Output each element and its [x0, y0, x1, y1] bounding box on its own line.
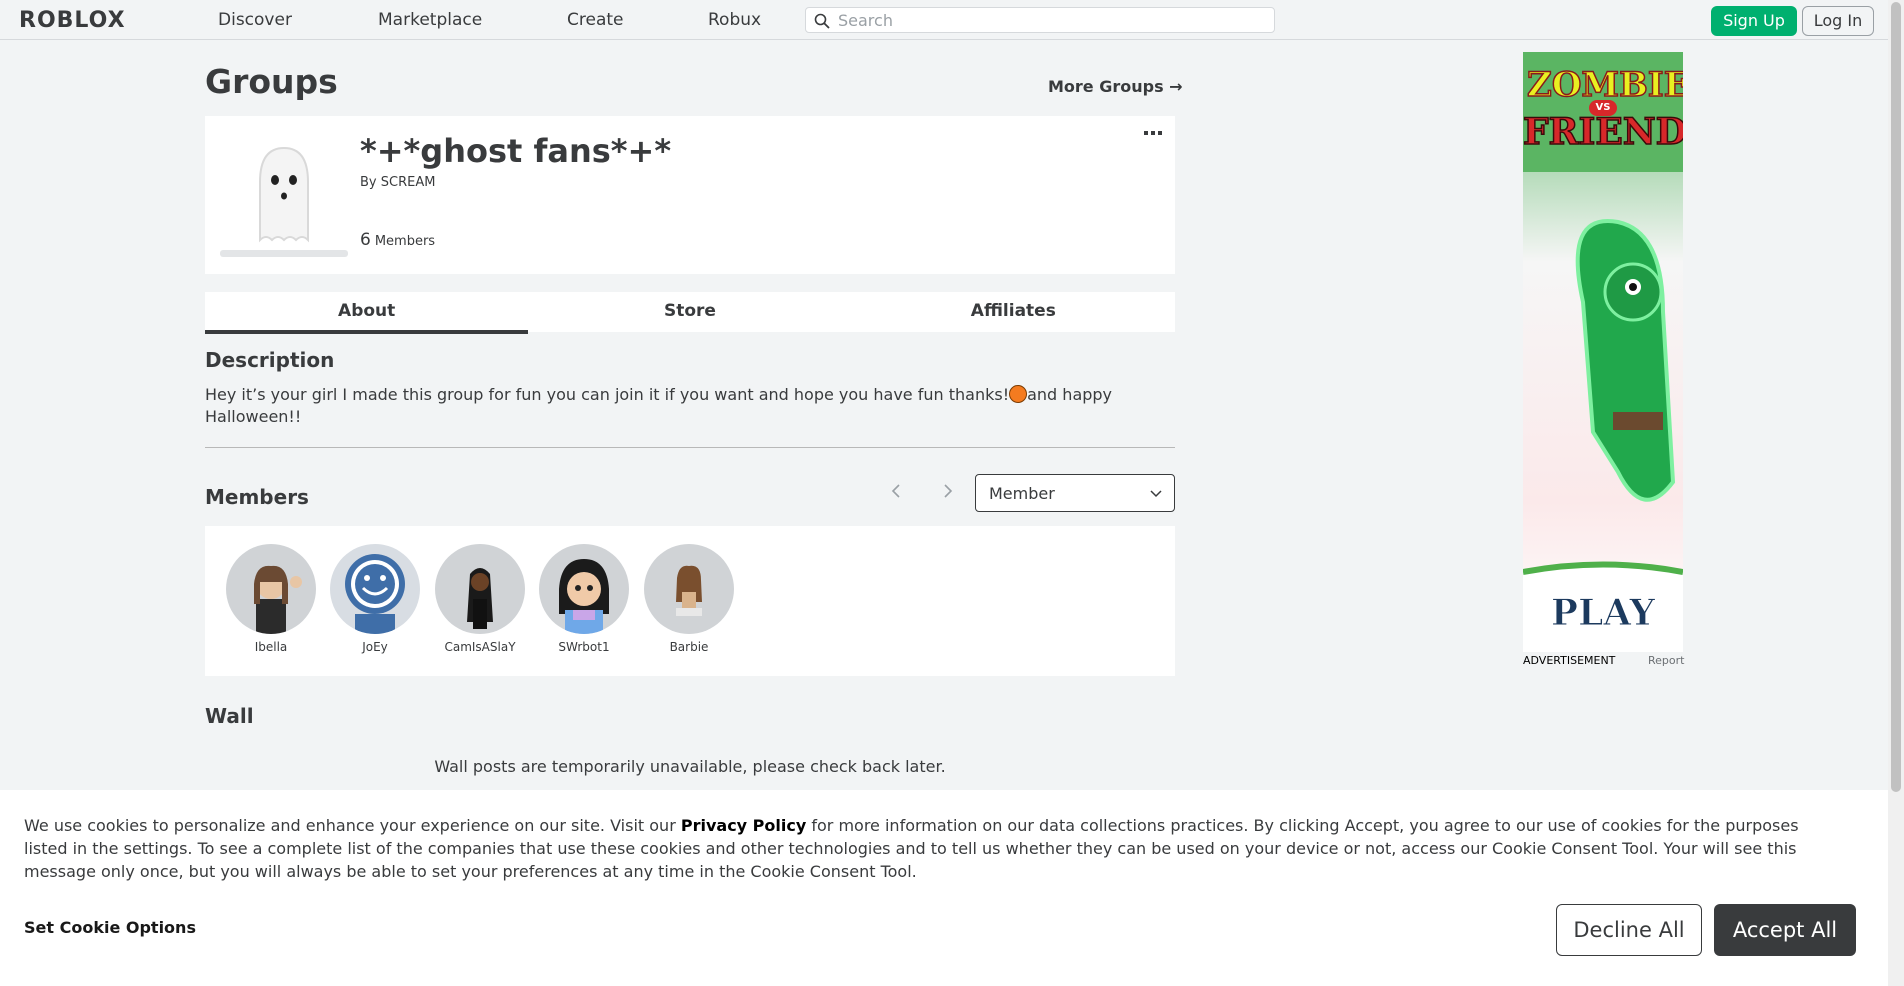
sign-up-button[interactable]: Sign Up: [1711, 6, 1797, 36]
avatar[interactable]: [435, 544, 525, 634]
description-text: Hey it’s your girl I made this group for…: [205, 384, 1175, 428]
member-name[interactable]: SWrbot1: [538, 640, 630, 654]
group-name: *+*ghost fans*+*: [360, 132, 672, 170]
search-box[interactable]: [805, 7, 1275, 33]
by-label: By: [360, 175, 377, 190]
advertisement-label: ADVERTISEMENT: [1523, 654, 1616, 667]
member-name[interactable]: CamIsASlaY: [434, 640, 526, 654]
members-list: Ibella JoEy CamIsASlaY SWrbot1 Barbie: [205, 526, 1175, 676]
avatar-image: [345, 554, 405, 634]
member-card[interactable]: Barbie: [643, 544, 735, 654]
cookie-banner: We use cookies to personalize and enhanc…: [0, 790, 1888, 986]
cookie-message: We use cookies to personalize and enhanc…: [24, 814, 1844, 883]
description-title: Description: [205, 348, 335, 372]
tab-store[interactable]: Store: [528, 292, 851, 332]
ad-play-cta[interactable]: PLAY: [1523, 592, 1683, 635]
nav-create[interactable]: Create: [567, 10, 624, 30]
group-owner-link[interactable]: SCREAM: [381, 175, 436, 190]
member-name[interactable]: Barbie: [643, 640, 735, 654]
more-options-icon[interactable]: [1143, 128, 1163, 138]
member-card[interactable]: SWrbot1: [538, 544, 630, 654]
set-cookie-options-link[interactable]: Set Cookie Options: [24, 918, 196, 937]
description-text-before: Hey it’s your girl I made this group for…: [205, 385, 1010, 404]
search-icon: [814, 13, 830, 29]
tab-affiliates[interactable]: Affiliates: [852, 292, 1175, 332]
ad-report-link[interactable]: Report: [1648, 654, 1684, 667]
avatar-image: [559, 559, 609, 634]
search-input[interactable]: [838, 10, 1263, 30]
avatar[interactable]: [539, 544, 629, 634]
wall-title: Wall: [205, 704, 254, 728]
tab-about[interactable]: About: [205, 292, 529, 334]
more-groups-link[interactable]: More Groups →: [1048, 77, 1183, 96]
member-name[interactable]: JoEy: [329, 640, 421, 654]
group-icon-bar: [220, 250, 348, 257]
top-nav: ROBLOX Discover Marketplace Create Robux…: [0, 0, 1888, 40]
page-scrollbar[interactable]: [1888, 0, 1904, 986]
section-divider: [205, 447, 1175, 448]
member-card[interactable]: Ibella: [225, 544, 317, 654]
role-select-value: Member: [989, 484, 1055, 503]
nav-marketplace[interactable]: Marketplace: [378, 10, 482, 30]
log-in-button[interactable]: Log In: [1802, 6, 1874, 36]
role-select[interactable]: Member: [975, 474, 1175, 512]
member-card[interactable]: JoEy: [329, 544, 421, 654]
member-count: 6 Members: [360, 230, 435, 250]
decline-all-button[interactable]: Decline All: [1556, 904, 1702, 956]
scrollbar-thumb[interactable]: [1891, 2, 1901, 792]
avatar[interactable]: [226, 544, 316, 634]
cookie-text-pre: We use cookies to personalize and enhanc…: [24, 816, 681, 835]
member-card[interactable]: CamIsASlaY: [434, 544, 526, 654]
accept-all-button[interactable]: Accept All: [1714, 904, 1856, 956]
ad-headline-top: ZOMBIE: [1526, 65, 1683, 105]
member-count-label: Members: [374, 234, 436, 249]
roblox-logo[interactable]: ROBLOX: [19, 8, 126, 33]
avatar-image: [254, 565, 302, 634]
group-owner-line: By SCREAM: [360, 175, 435, 190]
members-title: Members: [205, 485, 309, 509]
avatar-image: [467, 568, 493, 629]
pumpkin-emoji-icon: [1009, 385, 1028, 403]
avatar-image: [676, 565, 702, 616]
ad-headline-bottom: FRIEND: [1523, 111, 1683, 153]
page-title: Groups: [205, 62, 338, 101]
avatar[interactable]: [644, 544, 734, 634]
group-tabs: About Store Affiliates: [205, 292, 1175, 334]
group-header-card: *+*ghost fans*+* By SCREAM 6 Members: [205, 116, 1175, 274]
member-name[interactable]: Ibella: [225, 640, 317, 654]
wall-unavailable-message: Wall posts are temporarily unavailable, …: [434, 757, 946, 776]
privacy-policy-link[interactable]: Privacy Policy: [681, 816, 806, 835]
nav-robux[interactable]: Robux: [708, 10, 761, 30]
chevron-down-icon: [1150, 490, 1162, 498]
avatar[interactable]: [330, 544, 420, 634]
nav-discover[interactable]: Discover: [218, 10, 292, 30]
member-count-number: 6: [360, 230, 371, 250]
chevron-right-icon[interactable]: [940, 482, 956, 500]
advertisement-banner[interactable]: ZOMBIE VS FRIEND PLAY: [1523, 52, 1683, 652]
chevron-left-icon[interactable]: [888, 482, 904, 500]
ghost-group-icon: [259, 146, 309, 243]
